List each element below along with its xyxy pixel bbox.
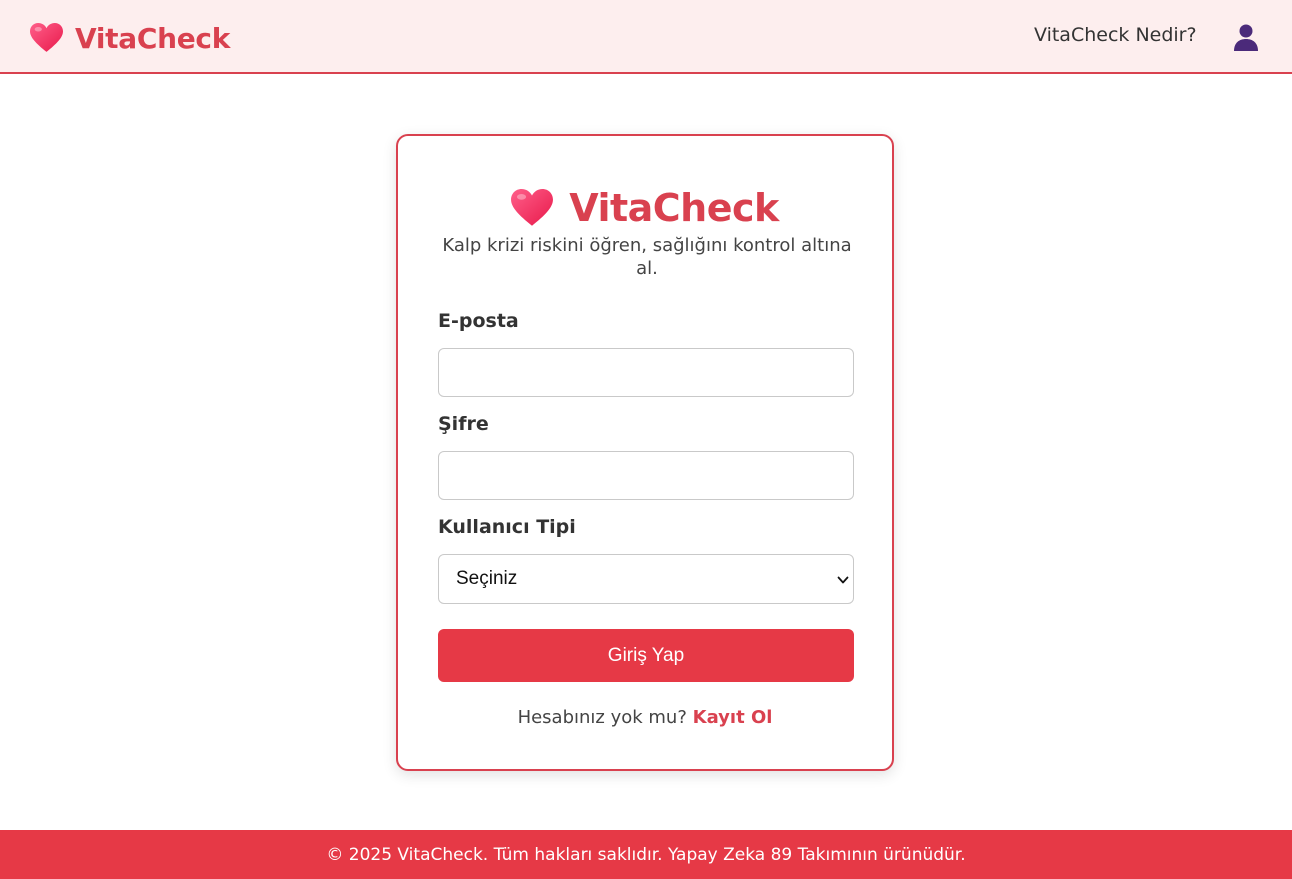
user-type-selected-value: Seçiniz (456, 568, 518, 589)
chevron-down-icon (837, 576, 849, 584)
password-field[interactable] (438, 451, 854, 500)
user-icon[interactable] (1232, 23, 1260, 51)
heart-icon (511, 189, 554, 226)
signup-row: Hesabınız yok mu? Kayıt Ol (398, 707, 892, 728)
footer: © 2025 VitaCheck. Tüm hakları saklıdır. … (0, 830, 1292, 879)
email-label: E-posta (438, 310, 519, 332)
card-brand: VitaCheck (398, 186, 892, 230)
top-navbar: VitaCheck VitaCheck Nedir? (0, 0, 1292, 74)
signup-link[interactable]: Kayıt Ol (693, 707, 773, 728)
email-field[interactable] (438, 348, 854, 397)
card-subtitle: Kalp krizi riskini öğren, sağlığını kont… (442, 235, 852, 279)
brand-logo[interactable]: VitaCheck (30, 18, 230, 58)
brand-name: VitaCheck (75, 21, 231, 55)
user-type-label: Kullanıcı Tipi (438, 516, 576, 538)
login-button[interactable]: Giriş Yap (438, 629, 854, 682)
password-label: Şifre (438, 413, 489, 435)
heart-icon (30, 23, 63, 52)
nav-link-what-is-vitacheck[interactable]: VitaCheck Nedir? (1034, 24, 1197, 46)
login-card: VitaCheck Kalp krizi riskini öğren, sağl… (396, 134, 894, 771)
signup-prompt: Hesabınız yok mu? (517, 707, 687, 728)
card-title: VitaCheck (569, 186, 779, 230)
user-type-select[interactable]: Seçiniz (438, 554, 854, 604)
footer-text: © 2025 VitaCheck. Tüm hakları saklıdır. … (326, 844, 966, 865)
